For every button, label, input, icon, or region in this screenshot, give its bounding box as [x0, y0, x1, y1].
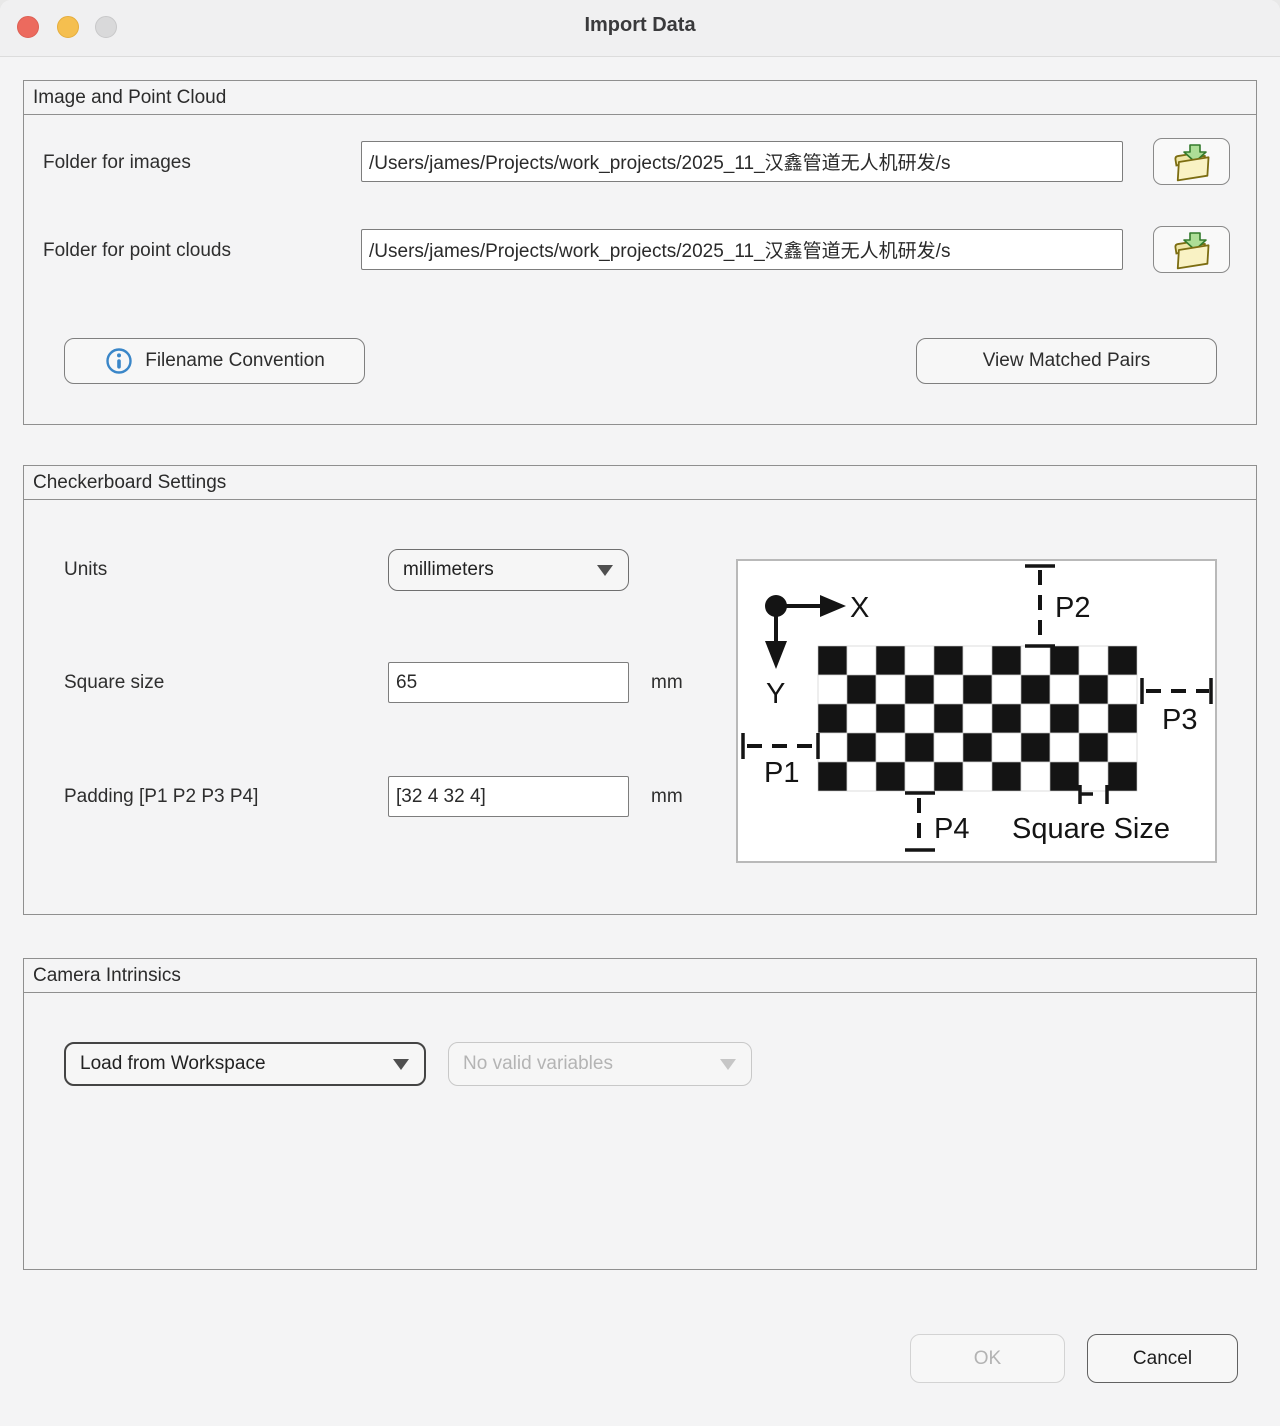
square-size-label: Square size: [64, 671, 164, 695]
info-icon: [104, 346, 134, 376]
cancel-button[interactable]: Cancel: [1087, 1334, 1238, 1383]
section-title: Image and Point Cloud: [24, 81, 1256, 115]
folder-images-label: Folder for images: [43, 151, 191, 175]
units-dropdown[interactable]: millimeters: [388, 549, 629, 591]
filename-convention-button[interactable]: Filename Convention: [64, 338, 365, 384]
square-size-input[interactable]: [388, 662, 629, 703]
folder-import-icon: [1169, 142, 1215, 182]
title-bar: Import Data: [0, 0, 1280, 57]
folder-import-icon: [1169, 230, 1215, 270]
browse-images-button[interactable]: [1153, 138, 1230, 185]
intrinsics-source-value: Load from Workspace: [66, 1053, 266, 1075]
y-axis-label: Y: [766, 678, 785, 710]
padding-label: Padding [P1 P2 P3 P4]: [64, 785, 258, 809]
x-axis-label: X: [850, 592, 869, 624]
section-camera-intrinsics: Camera Intrinsics Load from Workspace No…: [23, 958, 1257, 1270]
intrinsics-variable-value: No valid variables: [449, 1053, 613, 1075]
x-axis-arrow-icon: [820, 595, 846, 617]
units-label: Units: [64, 558, 107, 582]
folder-pointclouds-label: Folder for point clouds: [43, 239, 231, 263]
cancel-label: Cancel: [1133, 1348, 1192, 1370]
ok-button-disabled: OK: [910, 1334, 1065, 1383]
checkerboard-diagram-svg: X Y P2 P1 P3: [738, 561, 1215, 861]
window-title: Import Data: [0, 14, 1280, 37]
folder-pointclouds-input[interactable]: [361, 229, 1123, 270]
intrinsics-source-dropdown[interactable]: Load from Workspace: [64, 1042, 426, 1086]
checkerboard-cells: [818, 646, 1137, 791]
chevron-down-icon: [393, 1059, 409, 1070]
checkerboard-diagram: X Y P2 P1 P3: [736, 559, 1217, 863]
folder-images-input[interactable]: [361, 141, 1123, 182]
filename-convention-label: Filename Convention: [145, 350, 325, 372]
section-title: Camera Intrinsics: [24, 959, 1256, 993]
square-size-unit: mm: [651, 671, 683, 695]
section-image-point-cloud: Image and Point Cloud Folder for images …: [23, 80, 1257, 425]
intrinsics-variable-dropdown-disabled: No valid variables: [448, 1042, 752, 1086]
p1-label: P1: [764, 757, 799, 789]
view-matched-pairs-label: View Matched Pairs: [983, 350, 1151, 372]
ok-label: OK: [974, 1348, 1001, 1370]
units-dropdown-value: millimeters: [389, 559, 494, 581]
view-matched-pairs-button[interactable]: View Matched Pairs: [916, 338, 1217, 384]
chevron-down-icon: [720, 1059, 736, 1070]
browse-pointclouds-button[interactable]: [1153, 226, 1230, 273]
section-title: Checkerboard Settings: [24, 466, 1256, 500]
p2-label: P2: [1055, 592, 1090, 624]
y-axis-arrow-icon: [765, 641, 787, 669]
chevron-down-icon: [597, 565, 613, 576]
padding-input[interactable]: [388, 776, 629, 817]
import-data-dialog: Import Data Image and Point Cloud Folder…: [0, 0, 1280, 1426]
p4-label: P4: [934, 813, 969, 845]
square-size-diagram-label: Square Size: [1012, 813, 1170, 845]
padding-unit: mm: [651, 785, 683, 809]
p3-label: P3: [1162, 704, 1197, 736]
section-checkerboard-settings: Checkerboard Settings Units millimeters …: [23, 465, 1257, 915]
